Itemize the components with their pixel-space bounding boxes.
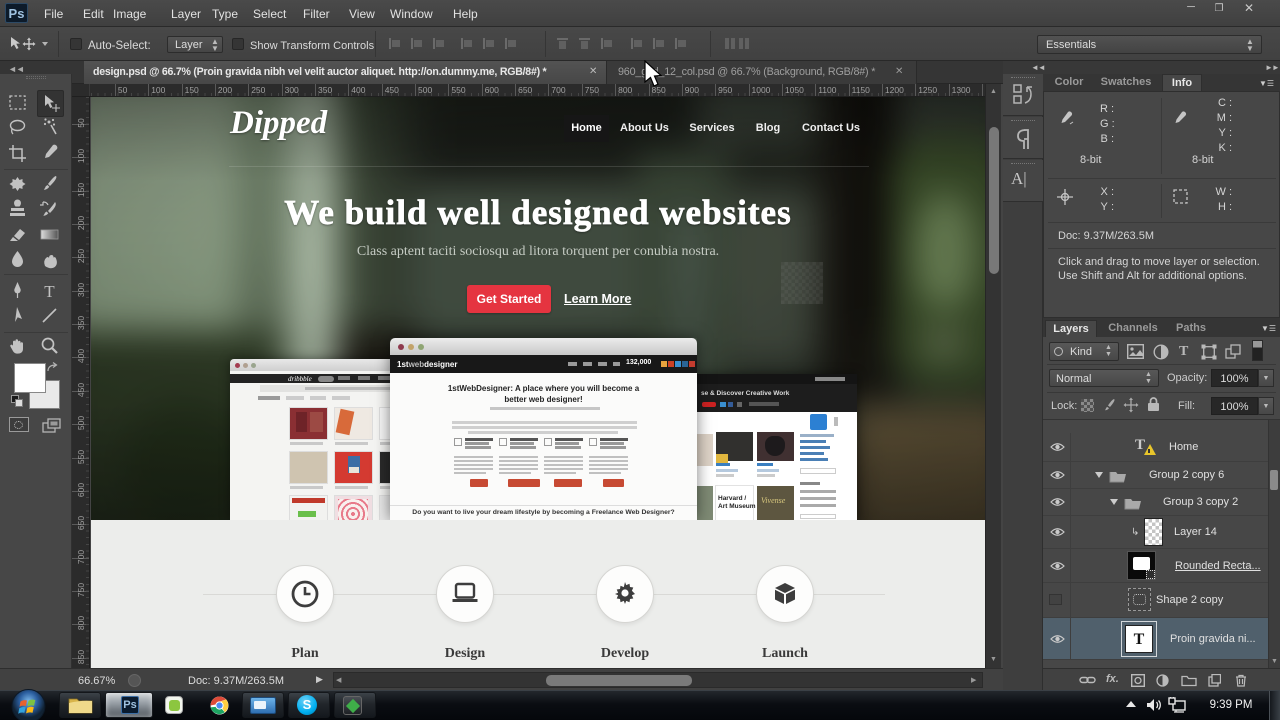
svg-text:T: T [44, 282, 55, 301]
